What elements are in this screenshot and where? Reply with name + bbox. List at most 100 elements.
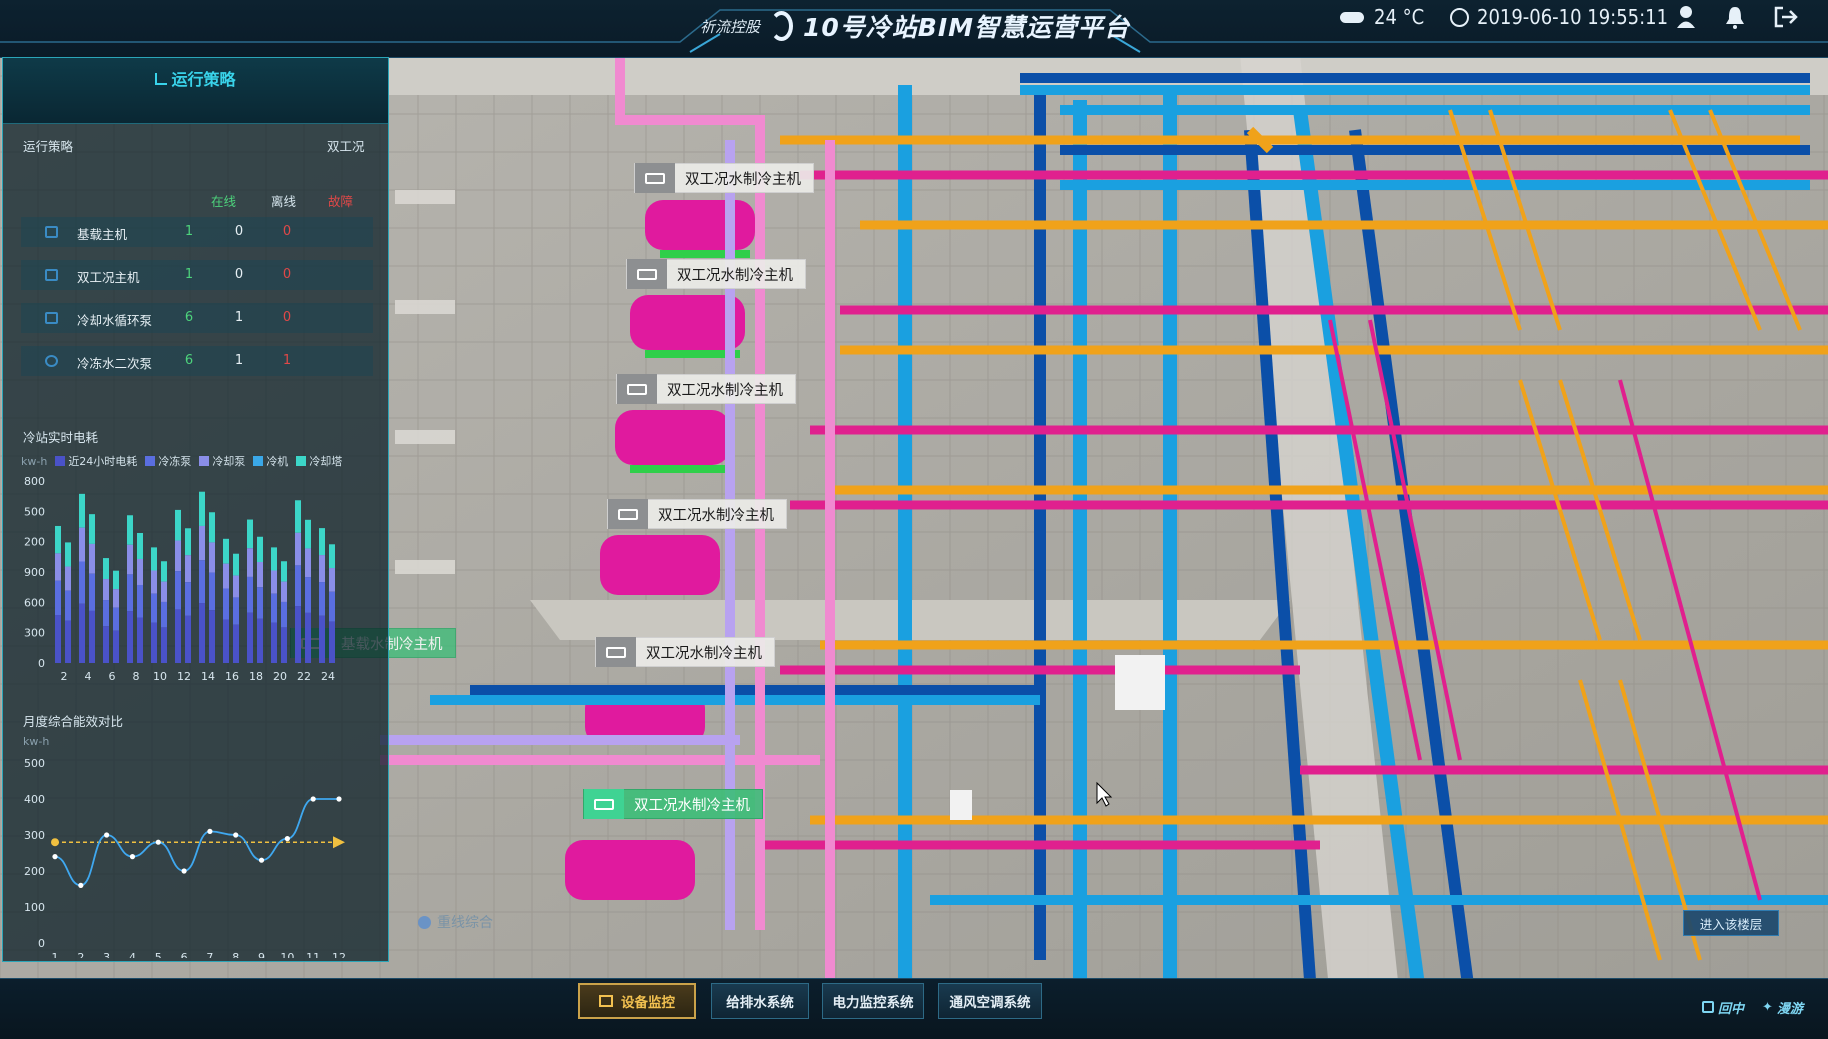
device-label-dual-chiller-4[interactable]: 双工况水制冷主机 xyxy=(607,499,787,529)
status-row-dual-chiller[interactable]: 双工况主机 1 0 0 xyxy=(21,260,373,290)
bar-segment xyxy=(257,618,263,663)
target-arrow-icon xyxy=(333,836,345,849)
legend-item-cooling-pump: 冷却泵 xyxy=(199,453,245,469)
data-point xyxy=(155,839,161,845)
bar-segment xyxy=(305,519,311,549)
bar-segment xyxy=(161,581,167,602)
bar-segment xyxy=(271,570,277,594)
y-tick-label: 0 xyxy=(38,937,45,950)
bar-segment xyxy=(103,558,109,580)
bar-segment xyxy=(79,527,85,562)
offline-count: 0 xyxy=(234,224,244,239)
x-tick-label: 18 xyxy=(249,670,263,683)
bar-segment xyxy=(89,573,95,611)
x-tick-label: 16 xyxy=(225,670,239,683)
status-row-base-chiller[interactable]: 基载主机 1 0 0 xyxy=(21,217,373,247)
walk-icon: ✦ xyxy=(1762,999,1773,1015)
bar-segment xyxy=(175,509,181,541)
roam-view-button[interactable]: ✦ 漫游 xyxy=(1762,994,1803,1020)
bar-segment xyxy=(79,603,85,663)
row-label: 基载主机 xyxy=(77,227,128,242)
bar-segment xyxy=(281,601,287,628)
nav-water-supply[interactable]: 给排水系统 xyxy=(711,983,809,1019)
panel-header: 运行策略 xyxy=(3,58,388,124)
device-label-text: 双工况水制冷主机 xyxy=(685,171,801,188)
legend-swatch xyxy=(55,456,66,466)
target-icon xyxy=(1702,1001,1714,1013)
x-tick-label: 10 xyxy=(153,670,167,683)
pump-icon xyxy=(45,312,58,324)
bar-segment xyxy=(113,607,119,631)
y-tick-label: 0 xyxy=(38,657,45,670)
x-tick-label: 8 xyxy=(232,951,239,958)
bar-segment xyxy=(151,547,157,571)
bar-segment xyxy=(223,588,229,620)
legend-unit: kw-h xyxy=(21,454,48,468)
y-tick-label: 300 xyxy=(24,829,45,842)
bar-segment xyxy=(281,561,287,582)
data-point xyxy=(258,857,265,863)
x-tick-label: 2 xyxy=(61,670,68,683)
nav-equipment-monitoring[interactable]: 设备监控 xyxy=(578,983,696,1019)
monthly-chart-title: 月度综合能效对比 xyxy=(23,714,124,729)
bar-segment xyxy=(185,615,191,663)
nav-hvac[interactable]: 通风空调系统 xyxy=(938,983,1042,1019)
col-fault: 故障 xyxy=(328,194,354,209)
fault-count: 0 xyxy=(282,310,292,325)
bar-segment xyxy=(137,584,143,618)
bar-segment xyxy=(65,542,71,567)
device-label-text: 双工况水制冷主机 xyxy=(634,797,750,814)
bar-segment xyxy=(103,600,109,627)
bar-segment xyxy=(319,582,325,616)
bar-segment xyxy=(295,500,301,533)
device-label-dual-chiller-5[interactable]: 双工况水制冷主机 xyxy=(595,637,775,667)
bar-segment xyxy=(65,566,71,591)
y-tick-label: 600 xyxy=(24,596,45,609)
pump-icon xyxy=(45,355,58,367)
device-label-dual-chiller-1[interactable]: 双工况水制冷主机 xyxy=(634,163,814,193)
data-point xyxy=(233,832,239,838)
device-label-dual-chiller-2[interactable]: 双工况水制冷主机 xyxy=(626,259,806,289)
datetime: 2019-06-10 19:55:11 xyxy=(1477,5,1669,29)
nav-power-monitoring[interactable]: 电力监控系统 xyxy=(822,983,924,1019)
status-row-cooling-pump[interactable]: 冷却水循环泵 6 1 0 xyxy=(21,303,373,333)
enter-floor-button[interactable]: 进入该楼层 xyxy=(1683,910,1779,936)
bar-segment xyxy=(55,615,61,663)
bar-segment xyxy=(305,577,311,613)
data-point xyxy=(310,796,316,802)
x-tick-label: 20 xyxy=(273,670,287,683)
bar-segment xyxy=(185,582,191,616)
bar-segment xyxy=(79,561,85,604)
chiller-icon xyxy=(584,789,624,819)
bar-segment xyxy=(65,620,71,663)
bar-segment xyxy=(127,515,133,545)
legend-item-tower: 冷却塔 xyxy=(296,453,342,469)
clock-icon xyxy=(1450,7,1469,27)
y-tick-label: 200 xyxy=(24,536,45,549)
chiller-icon xyxy=(45,269,58,281)
bar-segment xyxy=(233,575,239,598)
bar-segment xyxy=(223,563,229,589)
online-count: 6 xyxy=(184,353,194,368)
target-start-point xyxy=(51,838,59,847)
device-label-dual-chiller-6[interactable]: 双工况水制冷主机 xyxy=(583,789,763,819)
bar-segment xyxy=(329,568,335,592)
bar-segment xyxy=(65,590,71,621)
monitor-icon xyxy=(599,995,613,1007)
bar-segment xyxy=(127,544,133,575)
device-label-dual-chiller-3[interactable]: 双工况水制冷主机 xyxy=(616,374,796,404)
bar-segment xyxy=(247,612,253,663)
bar-segment xyxy=(185,528,191,556)
logout-icon[interactable] xyxy=(1773,0,1799,34)
bar-segment xyxy=(161,627,167,663)
bar-segment xyxy=(55,580,61,616)
bell-icon[interactable] xyxy=(1724,0,1746,34)
bar-segment xyxy=(103,579,109,601)
strategy-value: 双工况 xyxy=(327,139,365,154)
data-point xyxy=(207,828,213,834)
bar-segment xyxy=(319,555,325,583)
y-tick-label: 400 xyxy=(24,793,45,806)
reset-view-button[interactable]: 回中 xyxy=(1702,994,1744,1020)
user-icon[interactable] xyxy=(1675,0,1697,34)
status-row-chilled-secondary-pump[interactable]: 冷冻水二次泵 6 1 1 xyxy=(21,346,373,376)
